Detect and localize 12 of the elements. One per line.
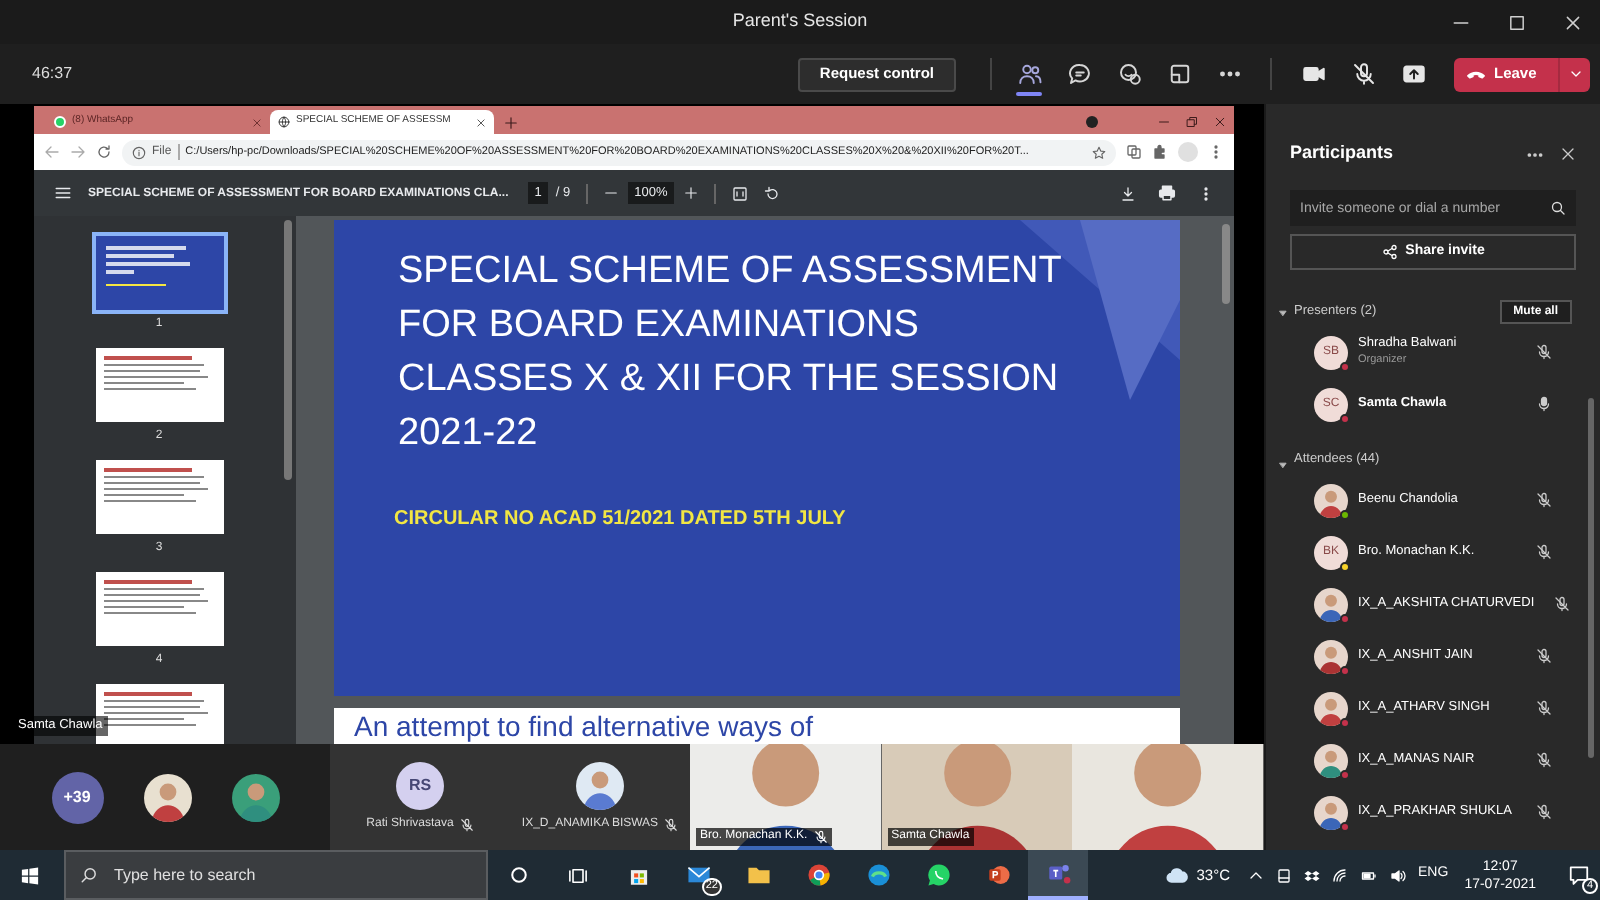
slide-title-line: CLASSES X & XII FOR THE SESSION bbox=[398, 356, 1061, 404]
page-text: An attempt to find alternative ways of bbox=[354, 708, 814, 742]
circular-number: CIRCULAR NO ACAD 51/2021 DATED 5TH JULY bbox=[392, 506, 848, 534]
window-title: Parent's Session bbox=[732, 8, 868, 35]
overflow-count[interactable]: +39 bbox=[51, 771, 103, 823]
taskbar-search-field[interactable]: Type here to search bbox=[64, 850, 488, 900]
meeting-timer: 46:37 bbox=[32, 62, 73, 86]
avatar: RS bbox=[396, 761, 444, 809]
panel-title: Participants bbox=[1290, 140, 1394, 167]
slide-title-line: FOR BOARD EXAMINATIONS bbox=[398, 302, 921, 350]
slide-title-line: 2021-22 bbox=[398, 410, 540, 458]
slide-title-line: SPECIAL SCHEME OF ASSESSMENT bbox=[398, 248, 1064, 296]
